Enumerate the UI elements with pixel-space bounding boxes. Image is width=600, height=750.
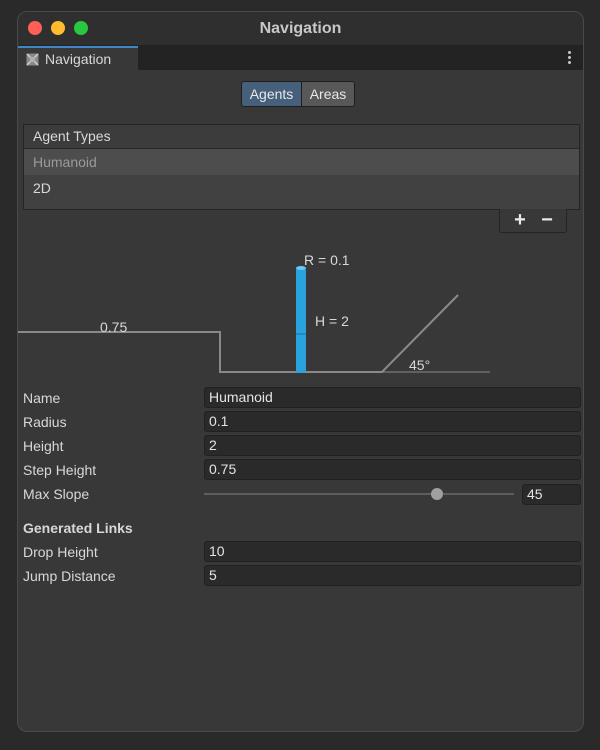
drop-height-label: Drop Height [23, 544, 98, 560]
navmesh-icon [26, 53, 39, 66]
tab-label: Navigation [45, 51, 112, 67]
height-label-field: Height [23, 438, 64, 454]
step-height-label: 0.75 [100, 319, 127, 335]
step-height-field[interactable]: 0.75 [204, 459, 581, 480]
max-slope-label: Max Slope [23, 486, 90, 502]
max-slope-field[interactable]: 45 [522, 484, 581, 505]
agent-types-header: Agent Types [24, 125, 579, 149]
agent-types-list: Agent Types Humanoid 2D [23, 124, 580, 210]
radius-field[interactable]: 0.1 [204, 411, 581, 432]
more-options-icon[interactable] [564, 49, 574, 65]
remove-agent-type-button[interactable]: − [535, 209, 559, 231]
max-slope-slider-thumb[interactable] [430, 488, 443, 500]
slope-label: 45° [409, 357, 430, 373]
title-bar: Navigation [18, 12, 583, 46]
tab-bar: Navigation [18, 46, 583, 70]
max-slope-slider-track[interactable] [204, 493, 514, 495]
jump-distance-label: Jump Distance [23, 568, 116, 584]
agent-cylinder [296, 267, 306, 373]
drop-height-field[interactable]: 10 [204, 541, 581, 562]
segment-agents[interactable]: Agents [241, 81, 302, 107]
step-height-label-field: Step Height [23, 462, 97, 478]
add-agent-type-button[interactable]: + [508, 209, 532, 231]
tab-navigation[interactable]: Navigation [18, 46, 138, 70]
terrain-profile [18, 294, 459, 373]
name-field[interactable]: Humanoid [204, 387, 581, 408]
radius-label-field: Radius [23, 414, 67, 430]
navigation-window: Navigation Navigation Agents Areas Agent… [17, 11, 584, 732]
jump-distance-field[interactable]: 5 [204, 565, 581, 586]
agent-diagram: R = 0.1 H = 2 0.75 45° [18, 252, 490, 373]
height-label: H = 2 [315, 313, 349, 329]
window-title: Navigation [259, 20, 342, 37]
segment-areas[interactable]: Areas [301, 81, 355, 107]
height-field[interactable]: 2 [204, 435, 581, 456]
generated-links-header: Generated Links [23, 520, 133, 536]
radius-label: R = 0.1 [304, 252, 350, 268]
list-item-2d[interactable]: 2D [24, 175, 579, 201]
list-buttons: + − [499, 209, 567, 233]
list-item-humanoid[interactable]: Humanoid [24, 149, 579, 175]
name-label: Name [23, 390, 61, 406]
